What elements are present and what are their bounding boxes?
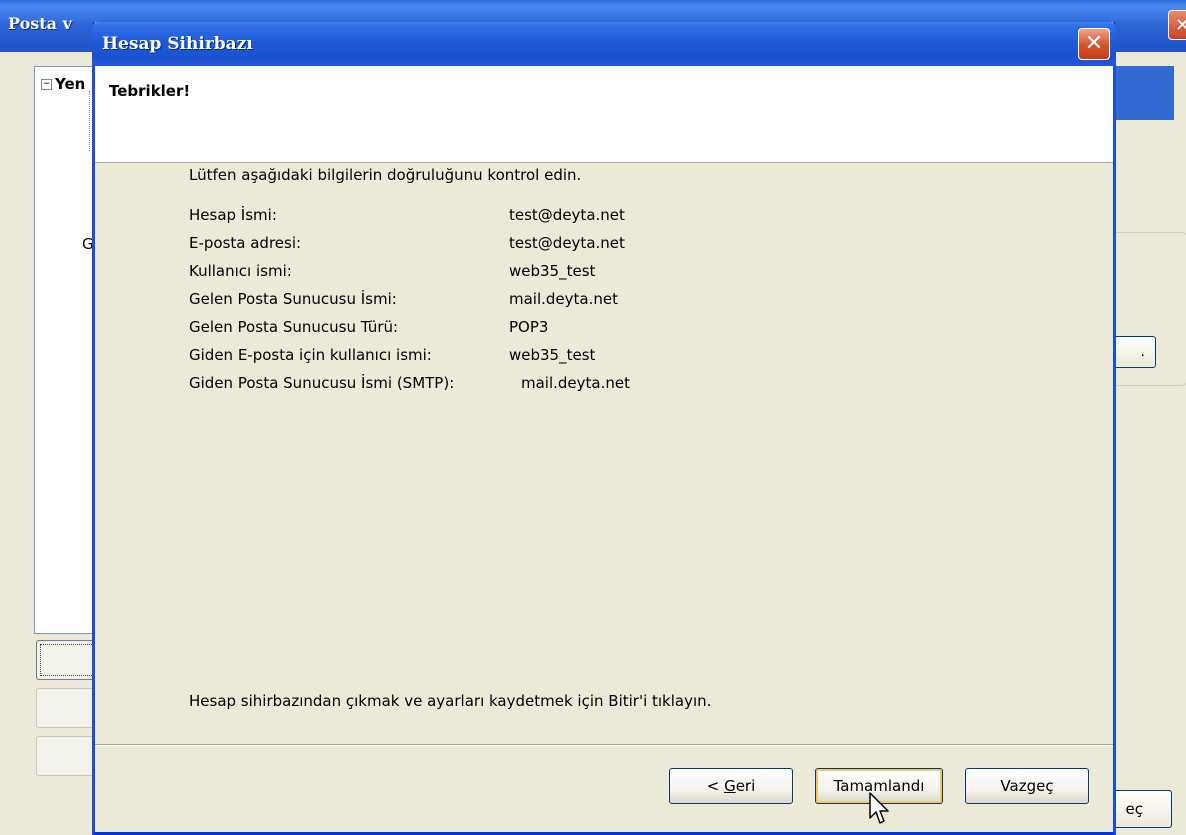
back-button-label: eri bbox=[735, 777, 756, 795]
summary-label: Giden Posta Sunucusu İsmi (SMTP): bbox=[189, 374, 455, 392]
summary-value: test@deyta.net bbox=[509, 206, 625, 224]
parent-browse-button[interactable]: . bbox=[1110, 336, 1156, 368]
summary-value: POP3 bbox=[509, 318, 549, 336]
summary-value: mail.deyta.net bbox=[521, 374, 630, 392]
header-title: Tebrikler! bbox=[109, 82, 191, 100]
summary-value: test@deyta.net bbox=[509, 234, 625, 252]
outro-text: Hesap sihirbazından çıkmak ve ayarları k… bbox=[189, 692, 712, 710]
dialog-titlebar[interactable]: Hesap Sihirbazı ✕ bbox=[92, 22, 1116, 66]
back-button-mnemonic: G bbox=[724, 777, 736, 795]
summary-value: mail.deyta.net bbox=[509, 290, 618, 308]
tree-root-label[interactable]: Yen bbox=[55, 75, 85, 93]
mouse-pointer-icon bbox=[869, 792, 889, 824]
dialog-title: Hesap Sihirbazı bbox=[102, 34, 253, 54]
summary-label: Gelen Posta Sunucusu Türü: bbox=[189, 318, 399, 336]
intro-text: Lütfen aşağıdaki bilgilerin doğruluğunu … bbox=[189, 166, 582, 184]
parent-window-title: Posta v bbox=[8, 14, 72, 33]
back-button[interactable]: < Geri bbox=[669, 768, 793, 804]
focus-rectangle bbox=[40, 644, 98, 676]
summary-label: Kullanıcı ismi: bbox=[189, 262, 292, 280]
summary-label: Gelen Posta Sunucusu İsmi: bbox=[189, 290, 397, 308]
summary-label: E-posta adresi: bbox=[189, 234, 302, 252]
summary-value: web35_test bbox=[509, 346, 596, 364]
wizard-header: Tebrikler! bbox=[95, 66, 1113, 163]
summary-label: Giden E-posta için kullanıcı ismi: bbox=[189, 346, 432, 364]
summary-value: web35_test bbox=[509, 262, 596, 280]
parent-close-icon[interactable]: ✕ bbox=[1168, 10, 1186, 40]
tree-collapse-icon[interactable]: − bbox=[41, 79, 52, 90]
back-button-prefix: < bbox=[706, 777, 725, 795]
tree-connector-line bbox=[89, 91, 91, 151]
close-icon[interactable]: ✕ bbox=[1078, 28, 1110, 60]
parent-selected-panel bbox=[1110, 66, 1174, 120]
account-wizard-dialog: Hesap Sihirbazı ✕ Tebrikler! Lütfen aşağ… bbox=[92, 22, 1116, 835]
cancel-button[interactable]: Vazgeç bbox=[965, 768, 1089, 804]
summary-label: Hesap İsmi: bbox=[189, 206, 277, 224]
footer-separator bbox=[95, 744, 1113, 746]
